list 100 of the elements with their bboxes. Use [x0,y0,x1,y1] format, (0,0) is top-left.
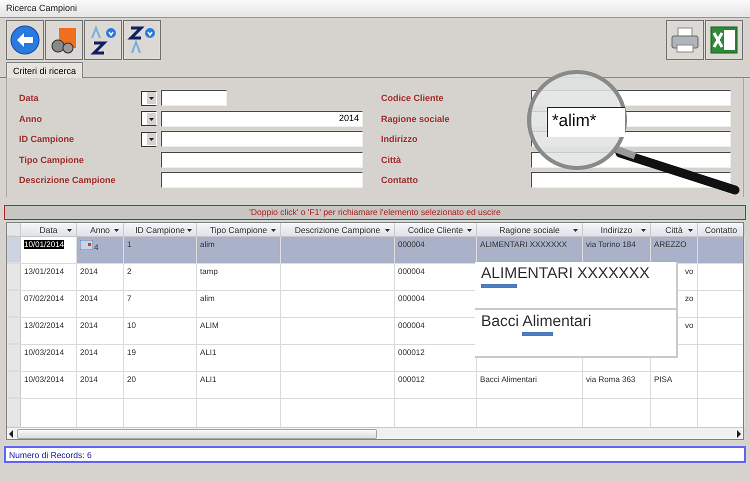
sort-ascending-button[interactable] [84,20,122,60]
table-cell: vo [685,267,694,276]
field-label: Data [19,93,40,104]
table-cell: 13/01/2014 [24,267,64,276]
table-cell: 10/03/2014 [24,348,64,357]
input-field[interactable]: 2014 [161,110,363,127]
table-cell: 2014 [80,321,98,330]
field-label: Ragione sociale [381,114,451,124]
sort-caret-icon [573,229,578,232]
field-label: Contatto [381,175,419,186]
table-cell: 000004 [398,240,425,249]
sort-ascending-icon [88,25,118,55]
record-count: Numero di Records: 6 [4,446,746,463]
calendar-icon[interactable] [80,240,93,250]
column-header[interactable]: Indirizzo [583,223,651,236]
table-cell: 10/01/2014 [24,240,64,249]
table-cell: via Torino 184 [586,240,636,249]
search-button[interactable] [45,20,83,60]
table-cell: 000004 [398,321,425,330]
field-label: Indirizzo [381,134,418,144]
column-header[interactable]: ID Campione [124,223,197,236]
table-cell: 13/02/2014 [24,321,64,330]
table-cell: 07/02/2014 [24,294,64,303]
table-cell: ALIMENTARI XXXXXXX [480,240,567,249]
scroll-left-icon[interactable] [7,428,15,438]
hint-text: 'Doppio click' o 'F1' per richiamare l'elemento selezionato ed uscire [4,205,746,220]
field-label: Anno [19,114,43,124]
table-cell: zo [685,294,694,303]
table-cell: 2014 [80,348,98,357]
operator-dropdown[interactable] [141,111,157,126]
table-cell: ALI1 [200,375,216,384]
sort-caret-icon [385,229,390,232]
column-header[interactable]: Data [21,223,77,236]
scrollbar-thumb[interactable] [17,428,377,438]
table-cell: 000012 [398,348,425,357]
sort-caret-icon [187,229,192,232]
magnified-search-text: *alim* [547,107,625,137]
print-button[interactable] [666,20,704,60]
column-header[interactable]: Descrizione Campione [281,223,395,236]
table-cell: 2014 [80,375,98,384]
table-cell: ALIM [200,321,219,330]
table-cell: vo [685,321,694,330]
magnified-cell-text: ALIMENTARI XXXXXXX [475,262,676,310]
sort-caret-icon [114,229,119,232]
column-header[interactable]: Contatto [698,223,745,236]
sort-caret-icon [67,229,72,232]
field-label: Codice Cliente [381,93,445,104]
sort-descending-icon [127,25,157,55]
input-field[interactable] [161,90,227,106]
spreadsheet-icon [710,26,738,54]
table-cell: 10 [127,321,136,330]
table-cell: 2 [127,267,132,276]
table-cell: 19 [127,348,136,357]
table-cell: 000004 [398,294,425,303]
window-title: Ricerca Campioni [0,0,750,18]
table-row[interactable]: 10/01/2014 4 1 alim 000004 ALIMENTARI XXXXXXX via Torino 184 AREZZO [7,237,743,264]
table-cell: 10/03/2014 [24,375,64,384]
field-label: Tipo Campione [19,154,85,165]
table-cell: 20 [127,375,136,384]
sort-caret-icon [467,229,472,232]
table-cell: 7 [127,294,132,303]
table-cell: Bacci Alimentari [480,375,537,384]
table-cell: 000004 [398,267,425,276]
input-field[interactable] [161,172,363,188]
field-label: Descrizione Campione [19,175,117,186]
table-cell: alim [200,294,215,303]
excel-export-button[interactable] [705,20,743,60]
sort-caret-icon [271,229,276,232]
column-header[interactable]: Anno [77,223,124,236]
column-header[interactable]: Ragione sociale [477,223,583,236]
table-cell: 2014 [80,267,98,276]
table-cell: 000012 [398,375,425,384]
table-cell: tamp [200,267,218,276]
column-header[interactable]: Città [651,223,698,236]
sort-descending-button[interactable] [123,20,161,60]
printer-icon [670,26,700,54]
column-header[interactable]: Codice Cliente [395,223,477,236]
sort-caret-icon [641,229,646,232]
magnified-cell-text: Bacci Alimentari [475,310,676,358]
table-cell: ALI1 [200,348,216,357]
input-field[interactable] [161,152,363,168]
field-label: ID Campione [19,134,76,144]
table-cell: 2014 [80,294,98,303]
column-header[interactable]: Tipo Campione [197,223,281,236]
tab[interactable]: Criteri di ricerca [6,62,84,78]
sort-caret-icon [688,229,693,232]
field-label: Città [381,154,402,165]
table-cell: 1 [127,240,132,249]
table-cell: PISA [654,375,672,384]
back-button[interactable] [6,20,44,60]
table-cell: alim [200,240,215,249]
table-cell: AREZZO [654,240,686,249]
operator-dropdown[interactable] [141,90,157,106]
scroll-right-icon[interactable] [735,428,743,438]
table-cell: via Roma 363 [586,375,636,384]
table-row[interactable]: 10/03/2014 2014 20 ALI1 000012 Bacci Alimentari via Roma 363 PISA [7,372,743,399]
binoculars-icon [49,25,79,55]
input-field[interactable] [161,131,363,148]
operator-dropdown[interactable] [141,132,157,147]
table-cell: 4 [94,243,98,252]
